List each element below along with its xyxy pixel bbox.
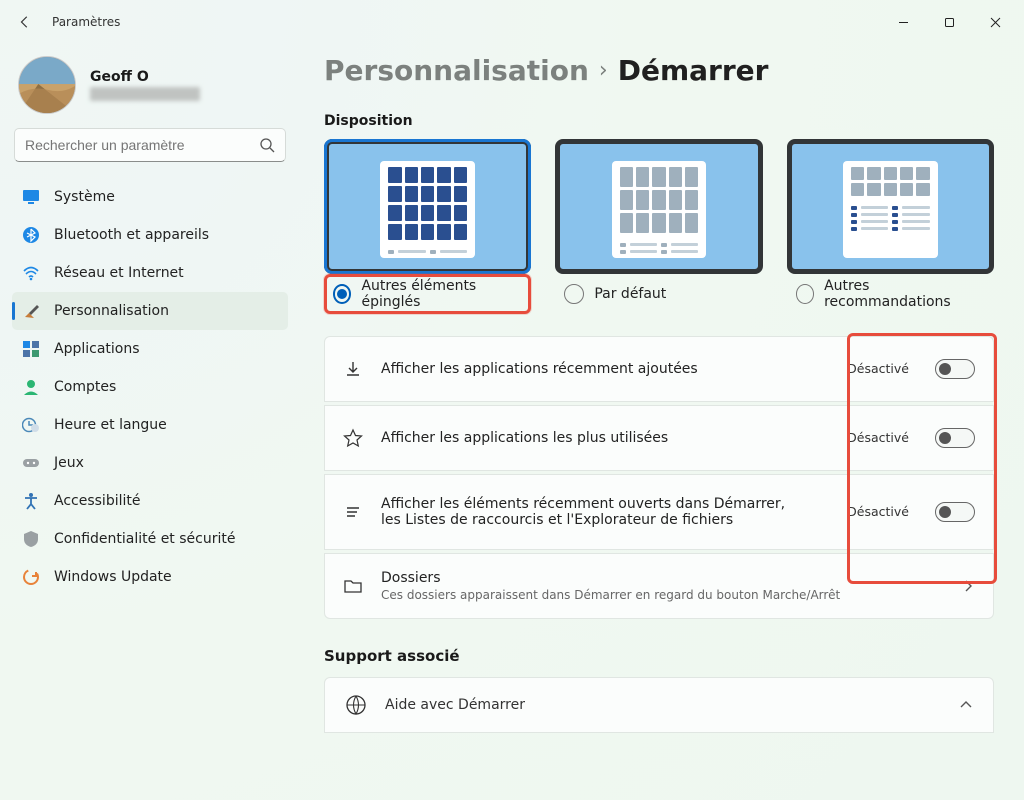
- globe-help-icon: [345, 694, 367, 716]
- layout-thumb: [555, 139, 762, 274]
- support-item-help-start[interactable]: Aide avec Démarrer: [324, 677, 994, 733]
- layout-option-label: Autres éléments épinglés: [361, 278, 522, 310]
- monitor-icon: [22, 188, 40, 206]
- minimize-button[interactable]: [880, 6, 926, 38]
- chevron-right-icon: ›: [599, 58, 608, 83]
- search-field[interactable]: [25, 137, 259, 153]
- sidebar-item-personalization[interactable]: Personnalisation: [12, 292, 288, 330]
- sidebar-item-label: Heure et langue: [54, 417, 167, 433]
- layout-option-more-pins[interactable]: Autres éléments épinglés: [324, 139, 531, 314]
- nav: Système Bluetooth et appareils Réseau et…: [12, 178, 288, 596]
- sidebar-item-label: Bluetooth et appareils: [54, 227, 209, 243]
- main-content: Personnalisation › Démarrer Disposition: [300, 44, 1024, 800]
- setting-most-used[interactable]: Afficher les applications les plus utili…: [324, 405, 994, 471]
- avatar: [18, 56, 76, 114]
- radio-icon[interactable]: [796, 284, 814, 304]
- radio-icon[interactable]: [564, 284, 584, 304]
- support-item-label: Aide avec Démarrer: [385, 697, 941, 713]
- sidebar-item-windows-update[interactable]: Windows Update: [12, 558, 288, 596]
- sidebar-item-privacy[interactable]: Confidentialité et sécurité: [12, 520, 288, 558]
- sidebar-item-label: Comptes: [54, 379, 116, 395]
- layout-option-label: Par défaut: [594, 286, 666, 302]
- toggle-state: Désactivé: [847, 361, 909, 376]
- clock-globe-icon: [22, 416, 40, 434]
- section-heading-layout: Disposition: [324, 113, 994, 129]
- profile-name: Geoff O: [90, 69, 200, 85]
- sidebar-item-gaming[interactable]: Jeux: [12, 444, 288, 482]
- sidebar-item-time-language[interactable]: Heure et langue: [12, 406, 288, 444]
- toggle-switch[interactable]: [935, 428, 975, 448]
- sidebar-item-label: Réseau et Internet: [54, 265, 184, 281]
- sidebar-item-label: Applications: [54, 341, 140, 357]
- accessibility-icon: [22, 492, 40, 510]
- setting-label: Dossiers: [381, 570, 943, 586]
- shield-icon: [22, 530, 40, 548]
- sidebar-item-network[interactable]: Réseau et Internet: [12, 254, 288, 292]
- window-title: Paramètres: [52, 15, 120, 29]
- setting-label: Afficher les applications les plus utili…: [381, 430, 829, 446]
- toggle-switch[interactable]: [935, 359, 975, 379]
- setting-recent-items[interactable]: Afficher les éléments récemment ouverts …: [324, 474, 994, 550]
- layout-thumb: [324, 139, 531, 274]
- setting-description: Ces dossiers apparaissent dans Démarrer …: [381, 588, 943, 602]
- titlebar: Paramètres: [0, 0, 1024, 44]
- sidebar-item-accessibility[interactable]: Accessibilité: [12, 482, 288, 520]
- setting-label: Afficher les applications récemment ajou…: [381, 361, 829, 377]
- folder-icon: [343, 576, 363, 596]
- gamepad-icon: [22, 454, 40, 472]
- sidebar-item-label: Accessibilité: [54, 493, 140, 509]
- chevron-up-icon: [959, 698, 973, 712]
- search-input[interactable]: [14, 128, 286, 162]
- close-button[interactable]: [972, 6, 1018, 38]
- profile-email-redacted: [90, 87, 200, 101]
- sidebar-item-label: Confidentialité et sécurité: [54, 531, 235, 547]
- back-button[interactable]: [18, 15, 32, 29]
- sidebar: Geoff O Système Bluetooth et appareils R…: [0, 44, 300, 800]
- section-heading-support: Support associé: [324, 647, 994, 665]
- layout-thumb: [787, 139, 994, 274]
- setting-recently-added[interactable]: Afficher les applications récemment ajou…: [324, 336, 994, 402]
- bluetooth-icon: [22, 226, 40, 244]
- sidebar-item-apps[interactable]: Applications: [12, 330, 288, 368]
- layout-option-default[interactable]: Par défaut: [555, 139, 762, 314]
- sidebar-item-system[interactable]: Système: [12, 178, 288, 216]
- layout-option-more-recommendations[interactable]: Autres recommandations: [787, 139, 994, 314]
- update-icon: [22, 568, 40, 586]
- profile[interactable]: Geoff O: [12, 50, 288, 126]
- wifi-icon: [22, 264, 40, 282]
- download-icon: [343, 359, 363, 379]
- sidebar-item-label: Jeux: [54, 455, 84, 471]
- sidebar-item-label: Système: [54, 189, 115, 205]
- sidebar-item-label: Personnalisation: [54, 303, 169, 319]
- sidebar-item-bluetooth[interactable]: Bluetooth et appareils: [12, 216, 288, 254]
- toggle-state: Désactivé: [847, 430, 909, 445]
- sidebar-item-accounts[interactable]: Comptes: [12, 368, 288, 406]
- star-icon: [343, 428, 363, 448]
- maximize-button[interactable]: [926, 6, 972, 38]
- toggle-state: Désactivé: [847, 504, 909, 519]
- sidebar-item-label: Windows Update: [54, 569, 172, 585]
- list-icon: [343, 502, 363, 522]
- layout-option-label: Autres recommandations: [824, 278, 985, 310]
- setting-folders[interactable]: Dossiers Ces dossiers apparaissent dans …: [324, 553, 994, 619]
- person-icon: [22, 378, 40, 396]
- paintbrush-icon: [22, 302, 40, 320]
- toggle-switch[interactable]: [935, 502, 975, 522]
- breadcrumb: Personnalisation › Démarrer: [324, 54, 994, 87]
- breadcrumb-current: Démarrer: [618, 54, 769, 87]
- radio-icon[interactable]: [333, 284, 351, 304]
- breadcrumb-parent[interactable]: Personnalisation: [324, 54, 589, 87]
- setting-label: Afficher les éléments récemment ouverts …: [381, 496, 801, 528]
- search-icon: [259, 137, 275, 153]
- settings-list: Afficher les applications récemment ajou…: [324, 336, 994, 619]
- layout-options: Autres éléments épinglés: [324, 139, 994, 314]
- apps-icon: [22, 340, 40, 358]
- chevron-right-icon: [961, 579, 975, 593]
